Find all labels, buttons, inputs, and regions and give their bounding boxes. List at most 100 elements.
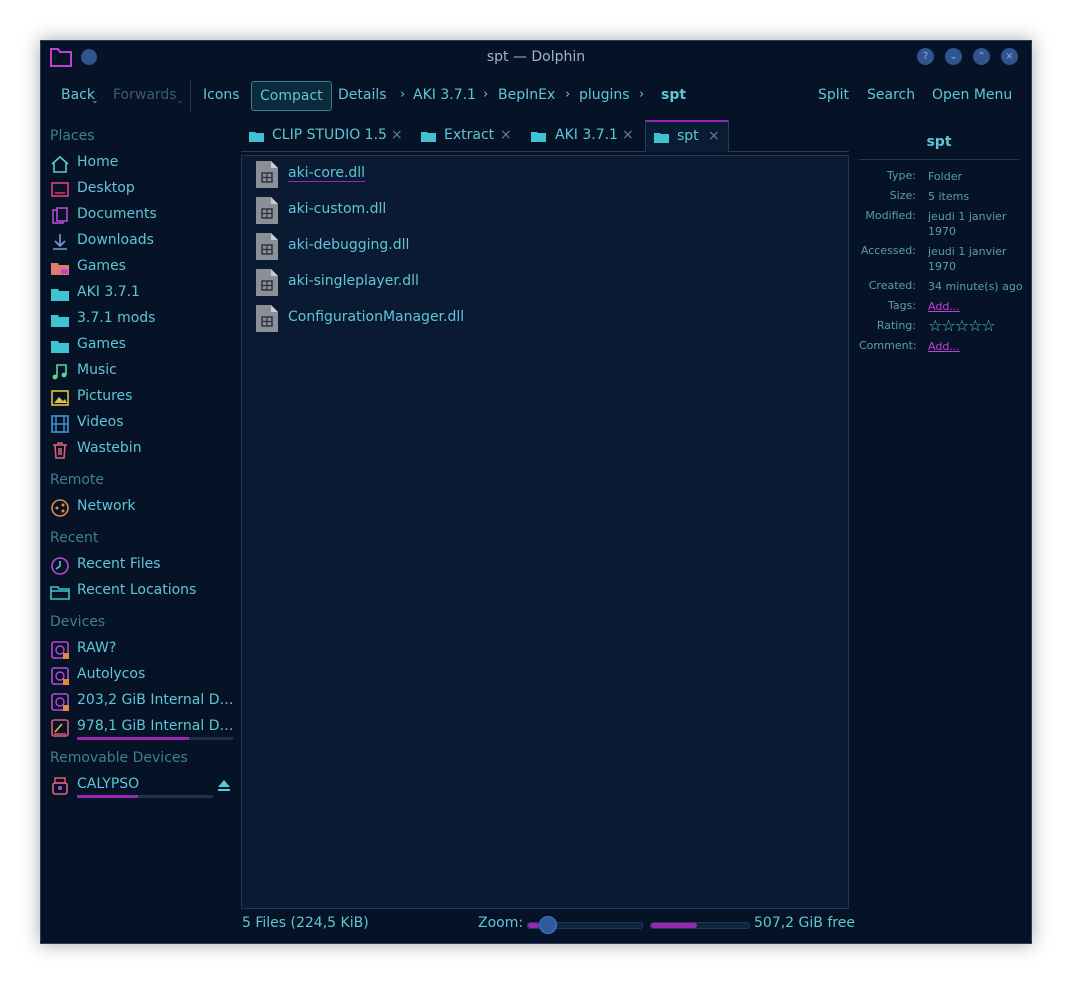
recent-section-header: Recent [50,530,99,546]
search-button[interactable]: Search [867,81,915,109]
place-documents[interactable]: Documents [50,204,240,228]
breadcrumb-aki[interactable]: AKI 3.7.1 [413,81,476,109]
star-icon[interactable]: ☆ [928,316,942,335]
tab-label: CLIP STUDIO 1.5 [272,127,387,143]
tab-close-icon[interactable]: × [500,127,512,143]
folder-icon [654,133,669,143]
forwards-button[interactable]: Forwards [113,81,177,109]
tab-extract[interactable]: Extract × [413,121,521,151]
compact-view-button[interactable]: Compact [251,81,332,111]
breadcrumb-bepinex[interactable]: BepInEx [498,81,555,109]
info-title: spt [926,134,952,150]
file-item[interactable]: ConfigurationManager.dll [256,303,816,333]
device-raw[interactable]: RAW? [50,638,240,662]
tab-close-icon[interactable]: × [708,128,720,144]
file-view[interactable]: aki-core.dll aki-custom.dll aki-debuggin… [241,155,849,909]
toolbar: Back ⌄ Forwards ⌄ Icons Compact Details … [41,75,1031,115]
star-icon[interactable]: ☆ [981,316,995,335]
place-label: Autolycos [77,666,146,682]
toolbar-separator [190,79,191,113]
place-label: Network [77,498,136,514]
place-pictures[interactable]: Pictures [50,386,240,410]
file-item[interactable]: aki-singleplayer.dll [256,267,816,297]
place-aki[interactable]: AKI 3.7.1 [50,282,240,306]
device-calypso[interactable]: CALYPSO [50,774,240,798]
info-key: Rating: [876,319,916,332]
place-home[interactable]: Home [50,152,240,176]
disk-space-bar [650,922,750,929]
help-icon[interactable]: ? [917,48,934,65]
maximize-icon[interactable]: ⌃ [973,48,990,65]
tab-aki[interactable]: AKI 3.7.1 × [523,121,643,151]
place-music[interactable]: Music [50,360,240,384]
star-icon[interactable]: ☆ [941,316,955,335]
file-item[interactable]: aki-core.dll [256,159,816,189]
tab-spt[interactable]: spt × [645,120,729,152]
capacity-bar [77,737,233,740]
place-games-2[interactable]: Games [50,334,240,358]
title-bar[interactable]: spt — Dolphin ? ⌄ ⌃ × [41,41,1031,73]
close-icon[interactable]: × [1001,48,1018,65]
file-name: aki-custom.dll [288,201,387,217]
info-value: jeudi 1 janvier 1970 [928,245,1007,273]
device-internal-203[interactable]: 203,2 GiB Internal Dri... [50,690,240,714]
file-name: aki-core.dll [288,165,366,182]
place-games[interactable]: Games [50,256,240,280]
rating-stars[interactable]: ☆☆☆☆☆ [928,316,1023,335]
eject-icon[interactable] [217,778,231,792]
folder-icon [531,132,546,142]
place-label: 203,2 GiB Internal Dri... [77,692,237,708]
place-label: Music [77,362,117,378]
minimize-icon[interactable]: ⌄ [945,48,962,65]
file-item[interactable]: aki-custom.dll [256,195,816,225]
pictures-icon [51,390,69,406]
back-button[interactable]: Back [61,81,95,109]
place-recent-locations[interactable]: Recent Locations [50,580,240,604]
free-space-label: 507,2 GiB free [754,915,855,931]
capacity-fill [77,737,190,740]
back-dropdown-icon[interactable]: ⌄ [91,87,99,115]
place-label: AKI 3.7.1 [77,284,140,300]
tab-clip-studio[interactable]: CLIP STUDIO 1.5 × [241,121,411,151]
zoom-slider-handle[interactable] [539,916,557,934]
info-key: Size: [889,189,916,202]
open-menu-button[interactable]: Open Menu [932,81,1012,109]
place-label: Games [77,258,126,274]
device-autolycos[interactable]: Autolycos [50,664,240,688]
breadcrumb-spt[interactable]: spt [661,81,686,109]
dll-file-icon [256,269,278,296]
breadcrumb-plugins[interactable]: plugins [579,81,630,109]
file-item[interactable]: aki-debugging.dll [256,231,816,261]
drive-icon [51,641,69,659]
place-desktop[interactable]: Desktop [50,178,240,202]
tab-close-icon[interactable]: × [622,127,634,143]
place-network[interactable]: Network [50,496,240,520]
tab-bar: CLIP STUDIO 1.5 × Extract × AKI 3.7.1 × … [241,120,849,152]
info-key: Type: [887,169,916,182]
star-icon[interactable]: ☆ [968,316,982,335]
place-371-mods[interactable]: 3.7.1 mods [50,308,240,332]
forwards-dropdown-icon[interactable]: ⌄ [176,87,184,115]
breadcrumb-chevron-icon: › [639,87,645,102]
tab-close-icon[interactable]: × [391,127,403,143]
split-button[interactable]: Split [818,81,849,109]
star-icon[interactable]: ☆ [955,316,969,335]
tags-add-link[interactable]: Add... [928,299,1023,314]
place-label: Downloads [77,232,154,248]
desktop-icon [51,182,69,197]
zoom-label: Zoom: [478,915,524,931]
tab-label: AKI 3.7.1 [555,127,618,143]
comment-add-link[interactable]: Add... [928,339,1023,354]
info-key: Created: [868,279,916,292]
place-videos[interactable]: Videos [50,412,240,436]
status-file-count: 5 Files (224,5 KiB) [242,915,369,931]
place-downloads[interactable]: Downloads [50,230,240,254]
breadcrumb-chevron-icon: › [400,87,406,102]
information-panel: spt Type: Folder Size: 5 items Modified:… [859,125,1023,425]
place-wastebin[interactable]: Wastebin [50,438,240,462]
place-recent-files[interactable]: Recent Files [50,554,240,578]
device-internal-978[interactable]: 978,1 GiB Internal Dri... [50,716,240,740]
details-view-button[interactable]: Details [338,81,387,109]
capacity-bar [77,795,213,798]
icons-view-button[interactable]: Icons [203,81,240,109]
